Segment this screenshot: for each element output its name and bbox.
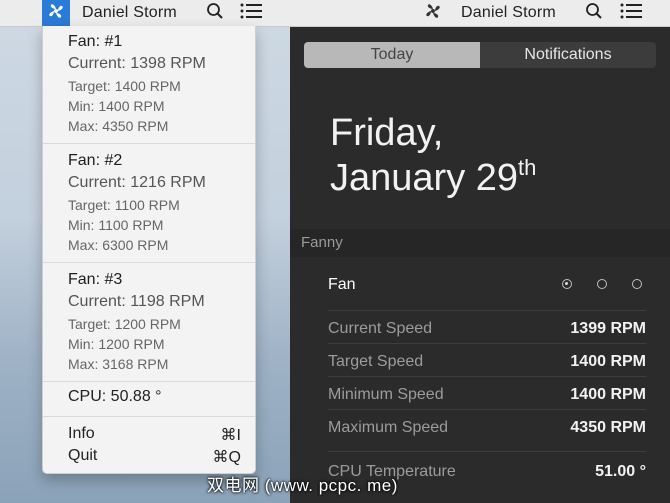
fan-icon [46, 1, 66, 26]
fan-menu-button[interactable] [42, 0, 70, 26]
fan-max: Max: 6300 RPM [68, 237, 169, 253]
list-icon [240, 3, 262, 24]
widget-title: Fan [328, 276, 356, 293]
stat-value: 1400 RPM [570, 386, 646, 403]
fan-max: Max: 3168 RPM [68, 356, 169, 372]
row-separator [328, 451, 646, 452]
notification-center-panel: Today Notifications Friday, January 29th… [290, 27, 670, 503]
info-label: Info [68, 425, 95, 442]
fan-status-item[interactable] [423, 0, 443, 26]
spotlight-button[interactable] [585, 0, 603, 26]
stat-label: Maximum Speed [328, 419, 449, 436]
cpu-temperature: CPU: 50.88 ° [68, 388, 162, 405]
user-name: Daniel Storm [461, 4, 556, 21]
fan-title: Fan: #3 [68, 271, 123, 288]
fan-min: Min: 1100 RPM [68, 217, 164, 233]
fan-min: Min: 1200 RPM [68, 336, 165, 352]
menu-separator [43, 416, 255, 417]
search-icon [206, 2, 224, 25]
stat-label: Target Speed [328, 353, 424, 370]
row-separator [328, 409, 646, 410]
fan-max: Max: 4350 RPM [68, 118, 169, 134]
date-weekday: Friday, [330, 112, 444, 154]
fan-dropdown-menu: Fan: #1 Current: 1398 RPM Target: 1400 R… [42, 26, 256, 474]
fan-min: Min: 1400 RPM [68, 98, 165, 114]
date-text: January 29 [330, 157, 519, 199]
row-separator [328, 343, 646, 344]
tab-notifications[interactable]: Notifications [480, 42, 656, 68]
date-month-day: January 29th [330, 155, 537, 200]
date-suffix: th [518, 155, 537, 180]
stat-value: 1399 RPM [570, 320, 646, 337]
fan-target: Target: 1200 RPM [68, 316, 181, 332]
fan-current: Current: 1216 RPM [68, 174, 206, 191]
fan-icon [423, 1, 443, 26]
section-title: Fanny [301, 234, 343, 251]
menubar-left: Daniel Storm [0, 0, 290, 27]
fan-title: Fan: #2 [68, 152, 123, 169]
user-name: Daniel Storm [82, 4, 177, 21]
row-separator [328, 310, 646, 311]
stat-label: Current Speed [328, 320, 433, 337]
page-dot-2[interactable] [597, 279, 607, 289]
fan-target: Target: 1400 RPM [68, 78, 181, 94]
list-icon [620, 3, 642, 24]
fan-current: Current: 1398 RPM [68, 55, 206, 72]
stat-label: Minimum Speed [328, 386, 444, 403]
info-menu-item[interactable]: Info ⌘I [43, 424, 255, 446]
stat-value: 1400 RPM [570, 353, 646, 370]
menu-separator [43, 262, 255, 263]
stat-value: 51.00 ° [595, 463, 646, 480]
quit-shortcut: ⌘Q [212, 449, 241, 466]
row-separator [328, 376, 646, 377]
fan-title: Fan: #1 [68, 33, 123, 50]
menu-separator [43, 143, 255, 144]
menu-separator [43, 381, 255, 382]
widget-section-header[interactable]: Fanny [290, 229, 670, 257]
stat-value: 4350 RPM [570, 419, 646, 436]
menubar-user-menu[interactable]: Daniel Storm [82, 0, 177, 26]
fan-target: Target: 1100 RPM [68, 197, 180, 213]
quit-menu-item[interactable]: Quit ⌘Q [43, 446, 255, 468]
segmented-control: Today Notifications [304, 42, 656, 68]
notification-center-button[interactable] [240, 0, 262, 26]
menubar-right: Daniel Storm [290, 0, 670, 27]
notification-center-button[interactable] [620, 0, 642, 26]
fan-current: Current: 1198 RPM [68, 293, 205, 310]
page-dot-3[interactable] [632, 279, 642, 289]
watermark: 双电网 (www. pcpc. me) [207, 476, 398, 495]
info-shortcut: ⌘I [220, 427, 241, 444]
menubar-user-menu[interactable]: Daniel Storm [461, 0, 556, 26]
page-dot-1[interactable] [562, 279, 572, 289]
tab-today[interactable]: Today [304, 42, 480, 68]
search-icon [585, 2, 603, 25]
quit-label: Quit [68, 447, 98, 464]
spotlight-button[interactable] [206, 0, 224, 26]
